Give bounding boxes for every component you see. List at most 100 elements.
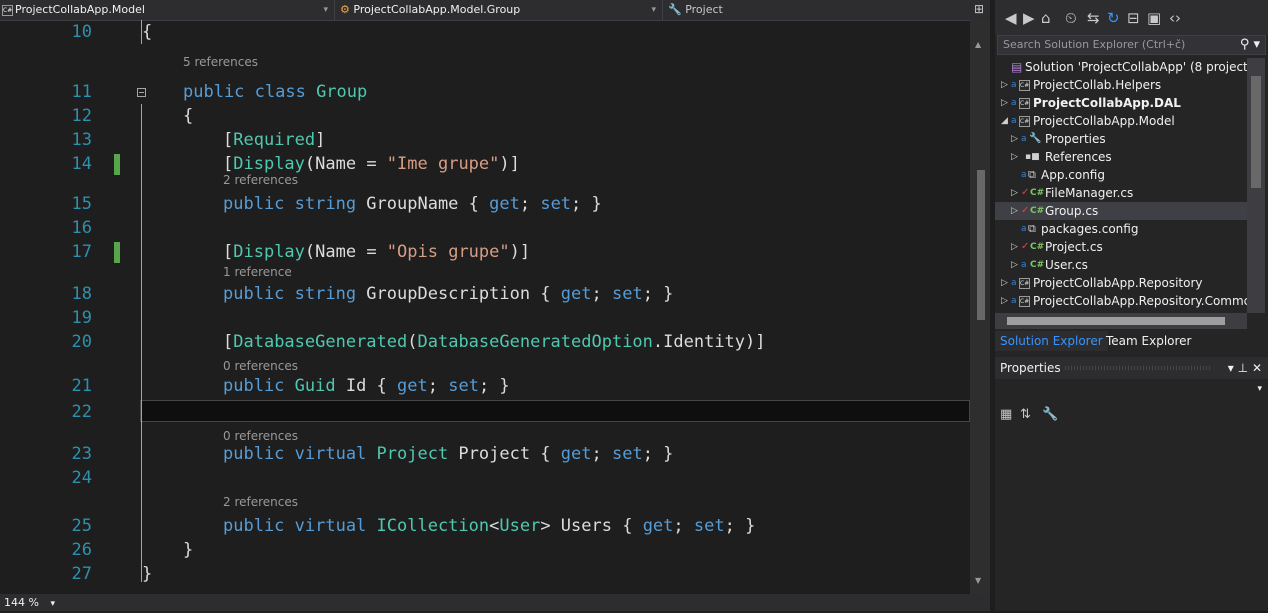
code-text: } — [142, 562, 152, 586]
member-dropdown[interactable]: 🔧 Project — [668, 1, 968, 19]
code-line[interactable]: 20 [DatabaseGenerated(DatabaseGeneratedOp… — [0, 330, 970, 354]
tree-item[interactable]: ▷ a C# ProjectCollabApp.DAL — [995, 94, 1247, 112]
tree-item[interactable]: ▷ a 🔧 Properties — [995, 130, 1247, 148]
codelens-references[interactable]: 5 references — [183, 54, 258, 70]
editor-vertical-scrollbar[interactable]: ▲ ▼ — [970, 20, 990, 594]
tree-vertical-scrollbar[interactable] — [1247, 58, 1265, 313]
tree-item[interactable]: ▷ ✓ C# FileManager.cs — [995, 184, 1247, 202]
split-editor-button[interactable]: ⊞ — [974, 2, 984, 16]
alphabetical-icon[interactable]: ⇅ — [1020, 407, 1031, 422]
collapsed-arrow-icon[interactable]: ▷ — [1011, 202, 1018, 220]
scrollbar-thumb[interactable] — [977, 170, 985, 320]
code-line[interactable]: 26} — [0, 538, 970, 562]
pending-change-icon: ✓ — [1021, 241, 1030, 252]
code-token: (Name = — [304, 154, 387, 174]
codelens-references[interactable]: 0 references — [223, 358, 298, 374]
scrollbar-thumb[interactable] — [1007, 317, 1225, 325]
collapse-all-icon[interactable]: ⊟ — [1127, 8, 1140, 28]
code-line[interactable]: 18 public string GroupDescription { get; … — [0, 282, 970, 306]
pending-change-icon: ✓ — [1021, 205, 1030, 216]
show-all-files-icon[interactable]: ▣ — [1147, 8, 1161, 28]
chevron-down-icon: ▾ — [50, 599, 55, 609]
scroll-up-arrow[interactable]: ▲ — [975, 40, 981, 49]
tree-item[interactable]: ▷ a C# ProjectCollabApp.Repository.Commc — [995, 292, 1247, 310]
code-line[interactable]: 13 [Required] — [0, 128, 970, 152]
codelens-references[interactable]: 2 references — [223, 172, 298, 188]
code-line[interactable]: 11 public class Group — [0, 80, 970, 104]
code-line[interactable]: 12 { — [0, 104, 970, 128]
pin-icon[interactable]: ⊥ — [1238, 361, 1248, 375]
home-icon[interactable]: ⌂ — [1041, 8, 1051, 28]
project-dropdown[interactable]: C# ProjectCollabApp.Model ▾ — [2, 1, 332, 19]
history-icon[interactable]: ⏲ — [1065, 8, 1077, 28]
collapsed-arrow-icon[interactable]: ▷ — [1001, 274, 1008, 292]
solution-explorer-search[interactable]: Search Solution Explorer (Ctrl+č) ⚲ ▾ — [997, 35, 1266, 55]
tree-item[interactable]: ▷ a C# ProjectCollab.Helpers — [995, 76, 1247, 94]
tree-item[interactable]: ◢ a C# ProjectCollabApp.Model — [995, 112, 1247, 130]
code-area[interactable]: 10{11 public class Group 12{13 [Required] 14… — [0, 20, 970, 594]
code-token: get — [560, 444, 592, 464]
code-line[interactable]: 15 public string GroupName { get; set; } — [0, 192, 970, 216]
wrench-icon[interactable]: 🔧 — [1042, 407, 1058, 422]
code-token: Required — [233, 130, 316, 150]
dropdown-icon[interactable]: ▾ — [1228, 361, 1234, 375]
zoom-level[interactable]: 144 % ▾ — [4, 594, 55, 611]
code-line[interactable]: 22 — [0, 400, 970, 424]
code-line[interactable]: 17 [Display(Name = "Opis grupe")] — [0, 240, 970, 264]
scrollbar-thumb[interactable] — [1251, 76, 1261, 188]
code-line[interactable]: 14 [Display(Name = "Ime grupe")] — [0, 152, 970, 176]
collapsed-arrow-icon[interactable]: ▷ — [1011, 238, 1018, 256]
codelens-references[interactable]: 2 references — [223, 494, 298, 510]
tree-item[interactable]: a ⧉ packages.config — [995, 220, 1247, 238]
code-token: public string — [223, 194, 367, 214]
code-line[interactable]: 25 public virtual ICollection<User> Users… — [0, 514, 970, 538]
drag-grip[interactable] — [1065, 366, 1210, 370]
tree-item[interactable]: ▷ a C# User.cs — [995, 256, 1247, 274]
collapsed-arrow-icon[interactable]: ▷ — [1001, 94, 1008, 112]
collapsed-arrow-icon[interactable]: ▷ — [1011, 184, 1018, 202]
forward-icon[interactable]: ▶ — [1023, 8, 1035, 28]
code-editor[interactable]: C# ProjectCollabApp.Model ▾ ⚙ ProjectColl… — [0, 0, 990, 611]
back-icon[interactable]: ◀ — [1005, 8, 1017, 28]
expanded-arrow-icon[interactable]: ◢ — [1001, 112, 1008, 130]
tree-item[interactable]: a ⧉ App.config — [995, 166, 1247, 184]
code-token: { — [142, 22, 153, 42]
code-view-icon[interactable]: ‹› — [1169, 8, 1181, 28]
properties-object-selector[interactable]: ▾ — [995, 381, 1268, 401]
tab-team-explorer[interactable]: Team Explorer — [1101, 331, 1197, 351]
scroll-down-arrow[interactable]: ▼ — [975, 576, 981, 585]
code-line[interactable]: 27} — [0, 562, 970, 586]
codelens-references[interactable]: 0 references — [223, 428, 298, 444]
line-number: 21 — [71, 376, 92, 396]
code-line[interactable]: 23 public virtual Project Project { get; … — [0, 442, 970, 466]
solution-tree[interactable]: ▤ Solution 'ProjectCollabApp' (8 projects… — [995, 58, 1247, 313]
class-icon: ⚙ — [340, 3, 350, 16]
code-line[interactable]: 24 — [0, 466, 970, 490]
search-icon[interactable]: ⚲ ▾ — [1240, 36, 1260, 54]
code-line[interactable]: 16 — [0, 216, 970, 240]
collapsed-arrow-icon[interactable]: ▷ — [1011, 256, 1018, 274]
code-token: DatabaseGeneratedOption — [417, 332, 653, 352]
code-line[interactable]: 19 — [0, 306, 970, 330]
close-icon[interactable]: ✕ — [1252, 361, 1262, 375]
tree-horizontal-scrollbar[interactable] — [995, 313, 1247, 329]
class-dropdown[interactable]: ⚙ ProjectCollabApp.Model.Group ▾ — [340, 1, 660, 19]
collapsed-arrow-icon[interactable]: ▷ — [1011, 148, 1018, 166]
categorized-icon[interactable]: ▦ — [1000, 407, 1012, 422]
tab-solution-explorer[interactable]: Solution Explorer — [995, 331, 1108, 351]
codelens-references[interactable]: 1 reference — [223, 264, 292, 280]
tree-item[interactable]: ▷ ✓ C# Project.cs — [995, 238, 1247, 256]
collapsed-arrow-icon[interactable]: ▷ — [1011, 130, 1018, 148]
sync-icon[interactable]: ⇆ — [1087, 8, 1100, 28]
collapsed-arrow-icon[interactable]: ▷ — [1001, 76, 1008, 94]
collapsed-arrow-icon[interactable]: ▷ — [1001, 292, 1008, 310]
code-line[interactable]: 21 public Guid Id { get; set; } — [0, 374, 970, 398]
tree-item[interactable]: ▷ ▪■ References — [995, 148, 1247, 166]
line-number: 12 — [71, 106, 92, 126]
tree-item[interactable]: ▷ ✓ C# Group.cs — [995, 202, 1247, 220]
code-line[interactable]: 10 { — [0, 20, 970, 44]
tree-item[interactable]: ▷ a C# ProjectCollabApp.Repository — [995, 274, 1247, 292]
lock-icon: a — [1021, 134, 1027, 144]
refresh-icon[interactable]: ↻ — [1107, 8, 1120, 28]
tree-item[interactable]: ▤ Solution 'ProjectCollabApp' (8 projects… — [995, 58, 1247, 76]
